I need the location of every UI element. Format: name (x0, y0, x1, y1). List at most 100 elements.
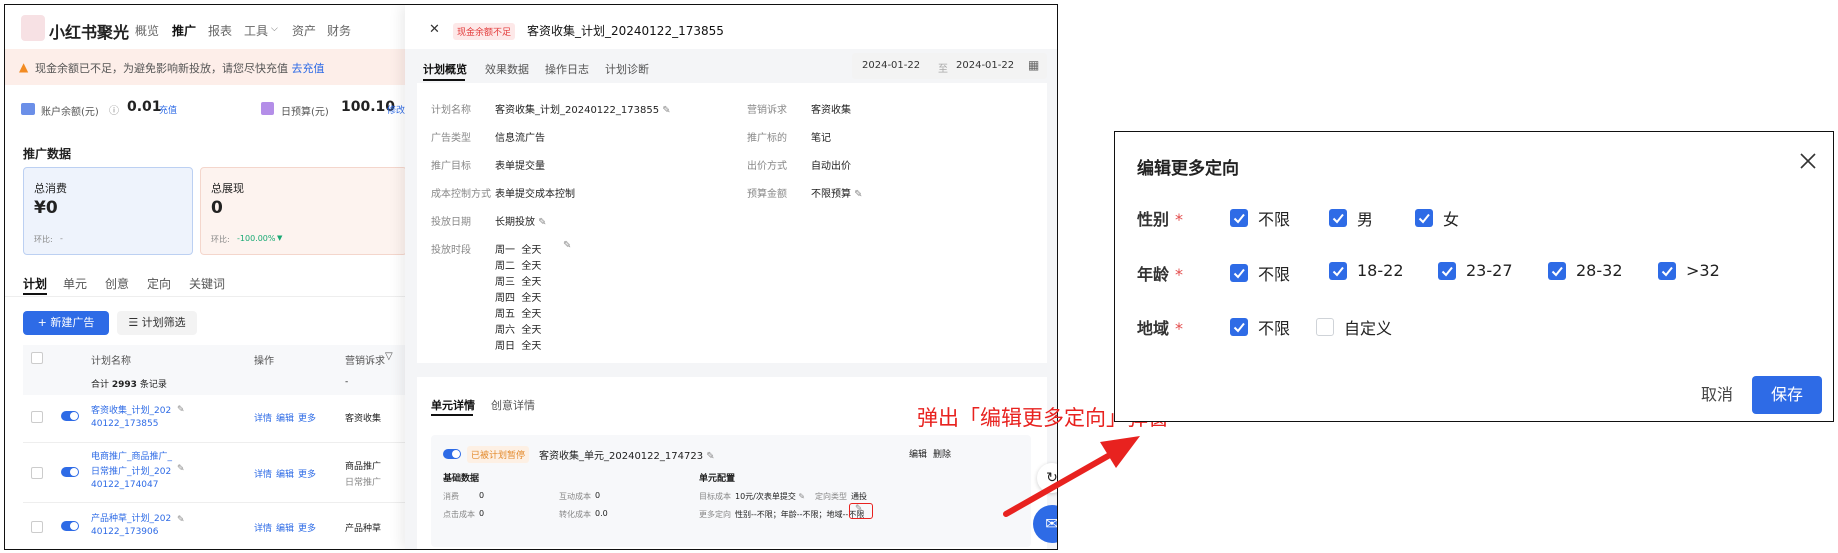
config-label: 定向类型 (815, 492, 847, 501)
more-link[interactable]: 更多 (298, 521, 316, 534)
unit-edit-link[interactable]: 编辑 (909, 447, 927, 460)
table-row: 电商推广_商品推广_ 日常推广_计划_202 40122_174047 ✎ 详情… (23, 445, 405, 501)
filter-funnel-icon[interactable]: ▽ (385, 351, 393, 362)
detail-link[interactable]: 详情 (254, 467, 272, 480)
tab-creative[interactable]: 创意 (105, 275, 129, 292)
row-checkbox[interactable] (31, 467, 43, 479)
save-button[interactable]: 保存 (1752, 376, 1822, 414)
checkbox[interactable] (1658, 261, 1676, 280)
balance-warning-bar: ▲ 现金余额已不足，为避免影响新投放，请您尽快充值 去充值 (5, 49, 405, 85)
unit-delete-link[interactable]: 删除 (933, 447, 951, 460)
nav-item-finance[interactable]: 财务 (327, 22, 351, 39)
checkbox[interactable] (1329, 261, 1347, 280)
age-option-unlimited[interactable]: 不限 (1230, 261, 1290, 285)
date-start: 2024-01-22 (862, 60, 921, 71)
plan-name-line[interactable]: 客资收集_计划_202 (91, 403, 171, 416)
edit-icon[interactable]: ✎ (659, 105, 670, 116)
tab-plan[interactable]: 计划 (23, 275, 47, 292)
edit-icon[interactable]: ✎ (177, 515, 185, 525)
tab-operation-log[interactable]: 操作日志 (545, 61, 589, 77)
region-option-unlimited[interactable]: 不限 (1230, 315, 1290, 339)
edit-link[interactable]: 编辑 (276, 411, 294, 424)
checkbox[interactable] (1230, 264, 1248, 282)
recharge-link[interactable]: 去充值 (292, 62, 325, 75)
checkbox[interactable] (1230, 209, 1248, 227)
total-impressions-card[interactable]: 总展现 0 环比: -100.00% ▼ (200, 167, 407, 255)
edit-icon[interactable]: ✎ (703, 451, 714, 462)
row-checkbox[interactable] (31, 411, 43, 423)
plan-name-line[interactable]: 40122_173906 (91, 527, 159, 537)
info-label: 成本控制方式 (431, 189, 491, 200)
tab-keywords[interactable]: 关键词 (189, 275, 225, 292)
detail-link[interactable]: 详情 (254, 411, 272, 424)
tab-diagnosis[interactable]: 计划诊断 (605, 61, 649, 77)
edit-icon[interactable]: ✎ (177, 464, 185, 474)
tab-creative-detail[interactable]: 创意详情 (491, 397, 535, 413)
edit-icon[interactable]: ✎ (851, 189, 862, 200)
nav-item-tools[interactable]: 工具 (244, 22, 268, 39)
edit-link[interactable]: 编辑 (276, 521, 294, 534)
age-option-over-32[interactable]: >32 (1658, 261, 1720, 280)
detail-link[interactable]: 详情 (254, 521, 272, 534)
row-toggle[interactable] (61, 411, 79, 421)
age-option-28-32[interactable]: 28-32 (1548, 261, 1623, 280)
filter-label: 计划筛选 (141, 316, 186, 329)
gender-option-female[interactable]: 女 (1415, 206, 1459, 230)
recharge-button[interactable]: 充值 (159, 103, 177, 116)
tab-performance[interactable]: 效果数据 (485, 61, 529, 77)
edit-icon[interactable]: ✎ (535, 217, 546, 228)
checkbox[interactable] (1230, 318, 1248, 336)
age-label: 年龄 * (1137, 265, 1184, 284)
edit-icon[interactable]: ✎ (177, 405, 185, 415)
plan-name-line[interactable]: 40122_173855 (91, 419, 159, 429)
metric-value: 0 (595, 491, 601, 500)
plan-name-line[interactable]: 产品种草_计划_202 (91, 511, 171, 524)
close-icon[interactable]: ✕ (429, 22, 440, 37)
total-spend-card[interactable]: 总消费 ¥0 环比: - (23, 167, 193, 255)
config-label: 目标成本 (699, 492, 731, 501)
plan-filter-button[interactable]: ☰ 计划筛选 (117, 311, 197, 335)
tab-unit[interactable]: 单元 (63, 275, 87, 292)
edit-link[interactable]: 编辑 (276, 467, 294, 480)
row-toggle[interactable] (61, 467, 79, 477)
nav-item-promotion[interactable]: 推广 (172, 22, 196, 39)
row-toggle[interactable] (61, 521, 79, 531)
select-all-checkbox[interactable] (31, 352, 43, 364)
tab-plan-overview[interactable]: 计划概览 (423, 61, 467, 77)
more-link[interactable]: 更多 (298, 411, 316, 424)
gender-option-male[interactable]: 男 (1329, 206, 1373, 230)
age-option-18-22[interactable]: 18-22 (1329, 261, 1404, 280)
nav-item-report[interactable]: 报表 (208, 22, 232, 39)
checkbox[interactable] (1548, 261, 1566, 280)
plan-name-line[interactable]: 电商推广_商品推广_ (91, 449, 172, 462)
metric-label: 消费 (443, 492, 459, 501)
nav-item-overview[interactable]: 概览 (135, 22, 159, 39)
date-range-picker[interactable]: 2024-01-22 至 2024-01-22 ▦ (852, 53, 1047, 79)
close-icon[interactable] (1797, 150, 1819, 172)
unit-toggle[interactable] (443, 449, 461, 459)
gender-option-unlimited[interactable]: 不限 (1230, 206, 1290, 230)
top-nav: 小红书聚光 概览 推广 报表 工具 ⌵ 资产 财务 (5, 5, 405, 49)
new-ad-button[interactable]: + 新建广告 (23, 311, 109, 335)
checkbox[interactable] (1415, 209, 1433, 227)
row-checkbox[interactable] (31, 521, 43, 533)
region-option-custom[interactable]: 自定义 (1316, 315, 1392, 339)
info-value: 笔记 (811, 133, 831, 144)
checkbox[interactable] (1438, 261, 1456, 280)
checkbox[interactable] (1329, 209, 1347, 227)
help-icon[interactable]: ⓘ (109, 102, 119, 117)
tab-targeting[interactable]: 定向 (147, 275, 171, 292)
nav-item-assets[interactable]: 资产 (292, 22, 316, 39)
plan-name-line[interactable]: 40122_174047 (91, 480, 159, 490)
modify-budget-link[interactable]: 修改 (387, 103, 405, 116)
checkbox[interactable] (1316, 318, 1334, 336)
plan-name-line[interactable]: 日常推广_计划_202 (91, 464, 171, 477)
edit-icon[interactable]: ✎ (563, 240, 571, 251)
cancel-button[interactable]: 取消 (1687, 376, 1747, 414)
row-demand-sub: 日常推广 (345, 478, 382, 488)
age-option-23-27[interactable]: 23-27 (1438, 261, 1513, 280)
more-targeting-edit-icon[interactable]: ✎ (855, 504, 863, 514)
down-arrow-icon: ▼ (277, 234, 283, 242)
tab-unit-detail[interactable]: 单元详情 (431, 397, 475, 413)
more-link[interactable]: 更多 (298, 467, 316, 480)
